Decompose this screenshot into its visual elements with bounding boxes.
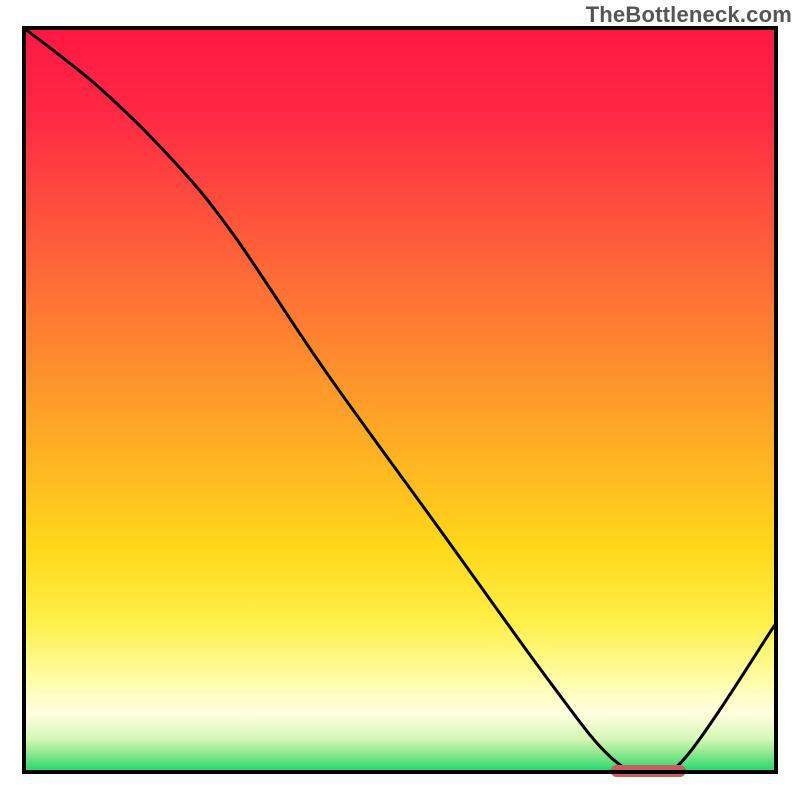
chart-page: TheBottleneck.com [0,0,800,800]
plot-background [24,28,776,772]
bottleneck-chart [0,0,800,800]
